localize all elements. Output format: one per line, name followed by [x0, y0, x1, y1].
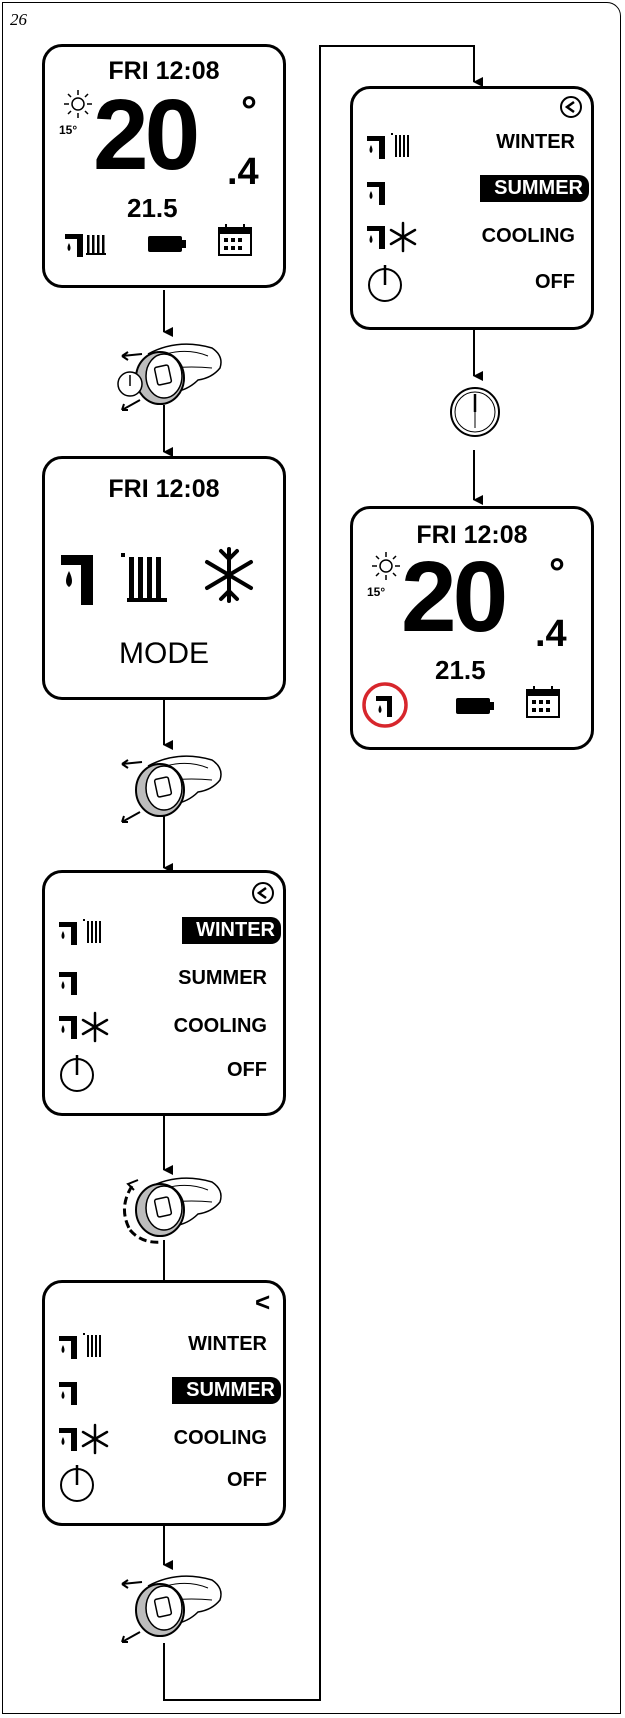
menu-item-summer[interactable]: SUMMER	[178, 967, 267, 990]
tap-icon	[61, 555, 93, 605]
menu-item-winter[interactable]: WINTER	[182, 917, 281, 944]
tap-radiator-icon	[65, 234, 106, 257]
cooling-icon	[367, 221, 417, 253]
menu-item-cooling[interactable]: COOLING	[482, 225, 575, 248]
winter-icon	[59, 919, 101, 945]
degree-symbol: °	[241, 89, 257, 133]
sun-icon	[64, 90, 92, 118]
setpoint-value: 21.5	[127, 193, 178, 223]
menu-screen-summer: < WINTER SUMMER COOLING OFF	[42, 1280, 286, 1526]
power-icon	[60, 1465, 94, 1502]
menu-item-winter[interactable]: WINTER	[188, 1333, 267, 1356]
temperature-decimal: .4	[535, 613, 567, 655]
power-icon	[368, 265, 402, 302]
radiator-icon	[121, 553, 167, 602]
mode-screen: FRI 12:08 MODE	[42, 456, 286, 700]
snowflake-icon	[205, 547, 253, 603]
knob-press-hand-icon-2	[121, 755, 222, 823]
winter-icon	[367, 133, 409, 159]
menu-item-cooling[interactable]: COOLING	[174, 1427, 267, 1450]
mode-label: MODE	[119, 637, 209, 670]
calendar-icon	[526, 686, 560, 718]
back-icon[interactable]	[251, 881, 275, 905]
temperature-decimal: .4	[227, 151, 259, 193]
menu-item-off[interactable]: OFF	[227, 1469, 267, 1492]
menu-screen-winter: WINTER SUMMER COOLING OFF	[42, 870, 286, 1116]
home-screen-2: FRI 12:08 15° 20 .4 ° 21.5	[350, 506, 594, 750]
setpoint-value: 21.5	[435, 655, 486, 685]
cooling-icon	[59, 1423, 109, 1455]
calendar-icon	[218, 224, 252, 256]
temperature-main: 20	[401, 541, 508, 653]
day-time: FRI 12:08	[108, 475, 220, 503]
timeout-clock-icon	[450, 387, 500, 437]
summer-icon	[59, 972, 77, 995]
knob-rotate-hand-icon	[123, 1177, 222, 1244]
battery-icon	[148, 236, 186, 252]
outdoor-temperature: 15°	[367, 585, 386, 599]
home-screen-1: FRI 12:08 15° 20 .4 ° 21.5	[42, 44, 286, 288]
power-icon	[60, 1055, 94, 1092]
temperature-main: 20	[93, 79, 200, 191]
winter-icon	[59, 1333, 101, 1359]
knob-press-hand-icon-3	[121, 1575, 222, 1643]
summer-mode-highlight-icon	[362, 682, 408, 728]
menu-item-off[interactable]: OFF	[227, 1059, 267, 1082]
menu-item-summer[interactable]: SUMMER	[480, 175, 589, 202]
battery-icon	[456, 698, 494, 714]
degree-symbol: °	[549, 551, 565, 595]
menu-screen-summer-confirm: WINTER SUMMER COOLING OFF	[350, 86, 594, 330]
menu-item-cooling[interactable]: COOLING	[174, 1015, 267, 1038]
mode-icons	[61, 547, 253, 605]
menu-item-off[interactable]: OFF	[535, 271, 575, 294]
menu-item-winter[interactable]: WINTER	[496, 131, 575, 154]
back-icon[interactable]	[559, 95, 583, 119]
knob-press-hand-icon-1	[117, 343, 222, 411]
cooling-icon	[59, 1011, 109, 1043]
summer-icon	[367, 182, 385, 205]
outdoor-temperature: 15°	[59, 123, 78, 137]
menu-item-summer[interactable]: SUMMER	[172, 1377, 281, 1404]
sun-icon	[372, 552, 400, 580]
back-arrow[interactable]: <	[255, 1287, 270, 1318]
summer-icon	[59, 1382, 77, 1405]
